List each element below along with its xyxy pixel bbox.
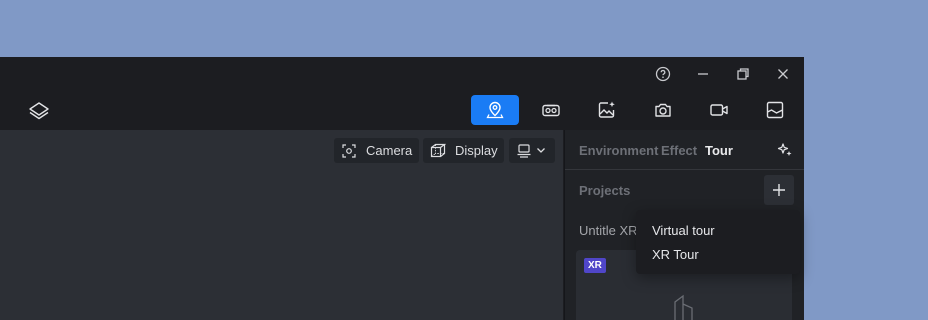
project-name[interactable]: Untitle XR [579,223,638,238]
menu-item-virtual-tour[interactable]: Virtual tour [652,223,715,238]
panel-tabs: Environment Effect Tour [565,130,804,170]
tab-effect[interactable]: Effect [661,143,697,158]
projects-heading: Projects [579,183,631,198]
building-icon [674,294,693,320]
tab-tour[interactable]: Tour [705,143,733,158]
camera-button-label: Camera [366,143,413,158]
app-window: Camera Display Environment Effect Tour P… [0,57,804,320]
cube-icon [430,143,446,159]
xr-badge: XR [584,258,606,273]
map-pin-icon[interactable] [471,95,519,125]
display-button-label: Display [455,143,498,158]
chevron-down-icon [536,143,546,158]
restore-icon[interactable] [731,64,755,84]
image-sparkle-icon[interactable] [583,95,631,125]
plus-icon [773,184,785,196]
view-mode-dropdown[interactable] [509,138,555,163]
tab-environment[interactable]: Environment [579,143,658,158]
minimize-icon[interactable] [691,64,715,84]
screen-sync-icon [516,143,532,159]
vr-headset-icon[interactable] [527,95,575,125]
layers-logo-icon [27,99,51,123]
main-toolbar [0,91,804,131]
video-camera-icon[interactable] [695,95,743,125]
magic-sparkle-icon[interactable] [777,142,793,158]
title-bar [0,57,804,91]
menu-item-xr-tour[interactable]: XR Tour [652,247,699,262]
picture-frame-icon[interactable] [751,95,799,125]
close-icon[interactable] [771,64,795,84]
add-project-button[interactable] [764,175,794,205]
question-circle-icon[interactable] [651,64,675,84]
scene-viewport[interactable]: Camera Display [0,130,563,320]
display-button[interactable]: Display [423,138,504,163]
add-project-menu: Virtual tour XR Tour [636,210,800,274]
camera-button[interactable]: Camera [334,138,419,163]
camera-icon[interactable] [639,95,687,125]
camera-focus-icon [341,143,357,159]
